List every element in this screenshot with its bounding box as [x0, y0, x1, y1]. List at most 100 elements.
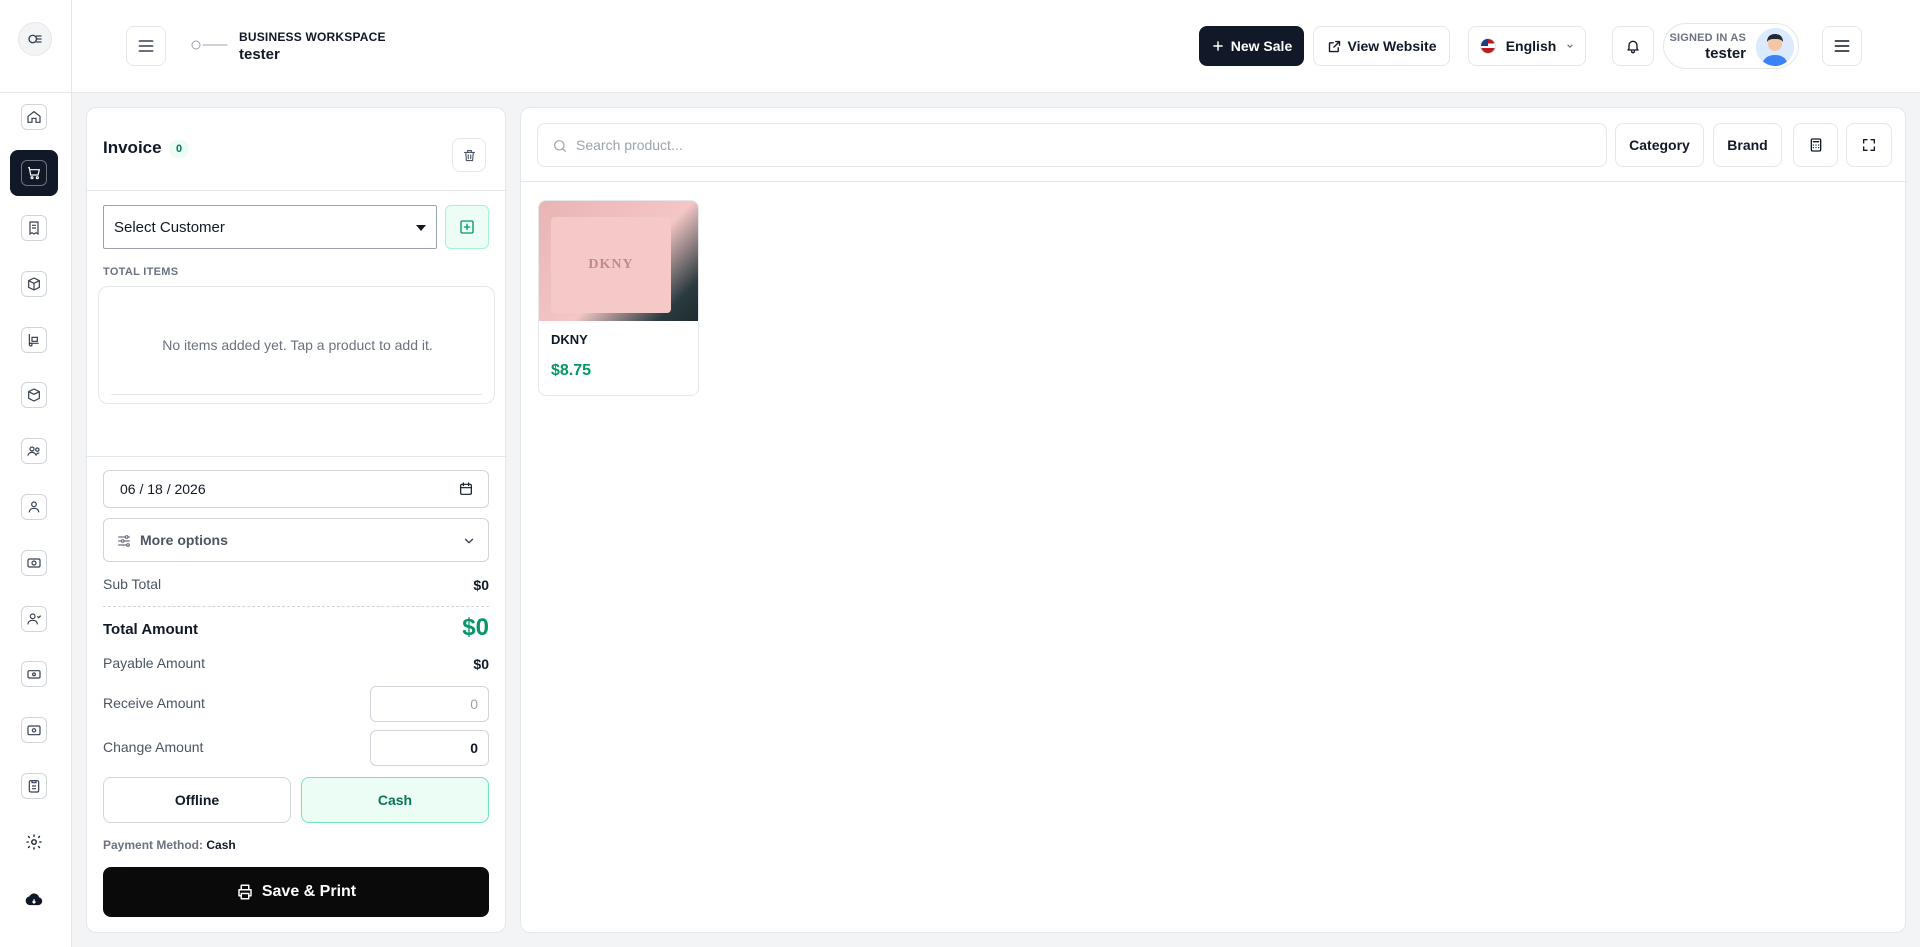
save-print-label: Save & Print [261, 883, 357, 900]
offline-label: Offline [174, 792, 220, 808]
money-icon [27, 558, 41, 568]
sidebar-item-suppliers[interactable] [10, 484, 58, 530]
sidebar-item-customers[interactable] [10, 428, 58, 474]
sidebar-item-home[interactable] [10, 94, 58, 140]
users-icon [27, 446, 40, 456]
category-filter-button[interactable]: Category [1615, 123, 1704, 167]
sub-total-value: $0 [473, 577, 489, 593]
product-image-text: DKNY [588, 257, 634, 272]
change-amount-field: 0 [370, 730, 489, 766]
menu-toggle-button[interactable] [126, 26, 166, 66]
invoice-count-badge: 0 [169, 140, 189, 158]
sidebar-item-payments[interactable] [10, 540, 58, 586]
save-print-button[interactable]: Save & Print [103, 867, 489, 917]
product-search [537, 123, 1607, 167]
sidebar-item-invoices[interactable] [10, 205, 58, 251]
sidebar-item-backup[interactable] [10, 877, 58, 923]
language-label: English [1505, 38, 1557, 54]
language-select[interactable]: English [1468, 26, 1586, 66]
invoice-divider [87, 456, 507, 457]
view-website-button[interactable]: View Website [1313, 26, 1450, 66]
gear-icon [26, 834, 42, 850]
payment-cash-button[interactable]: Cash [301, 777, 489, 823]
plus-icon [1212, 41, 1223, 51]
cart-divider [111, 394, 482, 395]
product-image-box: DKNY [551, 217, 671, 313]
more-options-toggle[interactable]: More options [103, 518, 489, 562]
app-logo[interactable] [18, 22, 52, 56]
new-sale-label: New Sale [1230, 38, 1293, 54]
sidebar-item-expenses[interactable] [10, 651, 58, 697]
sidebar-item-reports[interactable] [10, 763, 58, 809]
avatar [1756, 28, 1794, 66]
customer-select[interactable]: Select Customer [103, 205, 437, 249]
add-customer-button[interactable] [445, 205, 489, 249]
payment-method-label: Payment Method: [103, 838, 204, 852]
change-amount-label: Change Amount [103, 739, 204, 755]
product-image: DKNY [539, 201, 698, 321]
sliders-icon [118, 535, 130, 547]
total-amount-value: $0 [462, 614, 489, 641]
payable-amount-value: $0 [473, 656, 489, 672]
trash-icon [463, 149, 475, 161]
change-amount-value: 0 [470, 740, 478, 756]
sidebar-item-products[interactable] [10, 261, 58, 307]
payment-offline-button[interactable]: Offline [103, 777, 291, 823]
customer-select-value: Select Customer [114, 218, 225, 236]
sidebar-item-transactions[interactable] [10, 707, 58, 753]
notifications-button[interactable] [1612, 26, 1654, 66]
signed-in-username: tester [1705, 45, 1746, 62]
total-items-label: TOTAL ITEMS [103, 266, 179, 278]
sidebar-item-stock[interactable] [10, 317, 58, 363]
dolly-icon [28, 334, 39, 347]
caret-down-icon [1567, 44, 1574, 49]
sidebar-item-settings[interactable] [10, 819, 58, 865]
empty-cart-message: No items added yet. Tap a product to add… [162, 337, 433, 353]
calculator-icon [1810, 138, 1821, 152]
receive-amount-label: Receive Amount [103, 695, 205, 711]
clear-invoice-button[interactable] [452, 138, 486, 172]
brand-filter-button[interactable]: Brand [1713, 123, 1782, 167]
user-profile-chip[interactable]: SIGNED IN AS tester [1663, 23, 1799, 69]
wallet-icon [27, 725, 41, 736]
more-menu-button[interactable] [1822, 26, 1862, 66]
view-website-label: View Website [1347, 38, 1437, 54]
product-search-input[interactable] [576, 137, 1606, 153]
payment-method-value: Cash [206, 838, 236, 852]
product-price: $8.75 [551, 362, 592, 379]
fullscreen-button[interactable] [1846, 123, 1892, 167]
top-header: BUSINESS WORKSPACE tester New Sale View … [72, 0, 1920, 93]
sidebar-item-employees[interactable] [10, 596, 58, 642]
invoice-date-value: 06 / 18 / 2026 [120, 481, 206, 497]
category-filter-label: Category [1629, 137, 1690, 153]
sidebar [0, 0, 72, 947]
signed-in-label: SIGNED IN AS [1669, 32, 1746, 44]
workspace-name: tester [239, 46, 280, 63]
cart-items-list: No items added yet. Tap a product to add… [98, 286, 495, 404]
expand-icon [1863, 139, 1875, 151]
receive-amount-placeholder: 0 [470, 696, 478, 712]
product-card[interactable]: DKNY DKNY $8.75 [538, 200, 699, 396]
cash-icon [27, 670, 41, 679]
hamburger-icon [138, 40, 154, 52]
payment-method-summary: Payment Method: Cash [103, 838, 236, 852]
home-icon [27, 110, 41, 123]
receive-amount-input[interactable]: 0 [370, 686, 489, 722]
invoice-divider [87, 190, 507, 191]
products-panel: Category Brand DKNY DKNY $8.75 [520, 107, 1907, 933]
plus-square-icon [460, 220, 474, 234]
clipboard-icon [28, 780, 40, 793]
sidebar-item-pos[interactable] [10, 150, 58, 196]
calculator-button[interactable] [1793, 123, 1838, 167]
user-group-icon [28, 501, 40, 513]
brand-logo-icon [191, 40, 228, 50]
calendar-icon[interactable] [458, 481, 474, 497]
hamburger-icon [1834, 40, 1850, 52]
new-sale-button[interactable]: New Sale [1199, 26, 1304, 66]
box-icon [28, 277, 40, 291]
invoice-date-input[interactable]: 06 / 18 / 2026 [103, 470, 489, 508]
cart-icon [28, 167, 41, 180]
sidebar-item-inventory[interactable] [10, 372, 58, 418]
printer-icon [238, 884, 252, 900]
logo-icon [28, 34, 42, 44]
